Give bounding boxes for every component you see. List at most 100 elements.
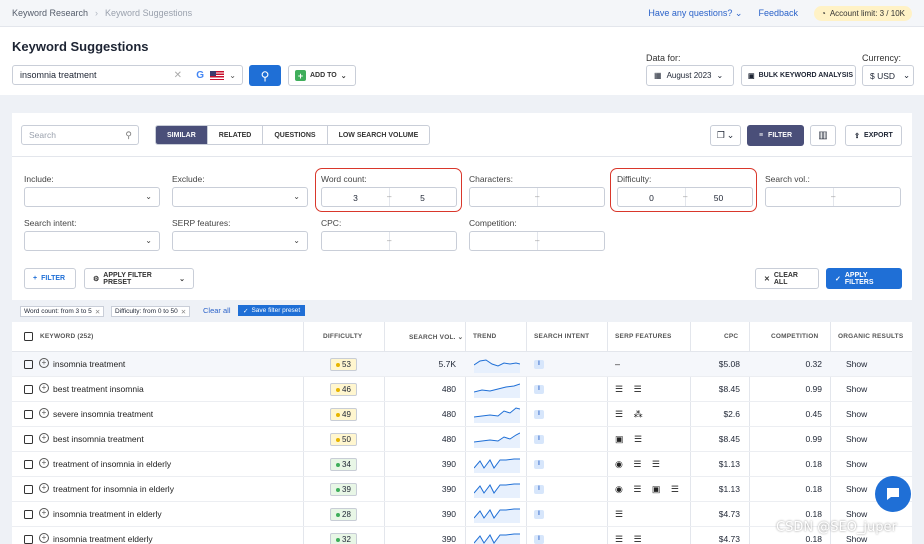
chevron-down-icon: ⌄ (734, 7, 743, 18)
row-checkbox[interactable] (24, 385, 33, 394)
trend-sparkline (474, 407, 520, 423)
clear-icon[interactable]: ✕ (174, 70, 182, 81)
add-keyword-icon[interactable]: + (39, 458, 49, 468)
add-keyword-icon[interactable]: + (39, 533, 49, 543)
keyword-cell[interactable]: insomnia treatment (53, 359, 125, 369)
copy-button[interactable]: ❐ ⌄ (710, 125, 741, 146)
difficulty-from[interactable]: 0 (618, 193, 685, 203)
tab-questions[interactable]: QUESTIONS (262, 126, 326, 144)
exclude-select[interactable]: ⌄ (172, 187, 308, 207)
table-row[interactable]: + insomnia treatment 53 5.7K I – $5.08 0.32 Show (12, 352, 912, 377)
organic-show-link[interactable]: Show (846, 484, 867, 494)
competition-range[interactable] (469, 231, 605, 251)
filter-tag-word-count[interactable]: Word count: from 3 to 5 ✕ (20, 306, 105, 317)
table-row[interactable]: + severe insomnia treatment 49 480 I ☰ ⁂ $2.6 0… (12, 402, 912, 427)
organic-show-link[interactable]: Show (846, 434, 867, 444)
header-volume[interactable]: SEARCH VOL. ⌄ (409, 333, 463, 341)
bulk-analysis-button[interactable]: ▣ BULK KEYWORD ANALYSIS (741, 65, 856, 86)
organic-show-link[interactable]: Show (846, 459, 867, 469)
word-count-from[interactable]: 3 (322, 193, 389, 203)
keyword-cell[interactable]: treatment of insomnia in elderly (53, 459, 171, 469)
row-checkbox[interactable] (24, 485, 33, 494)
word-count-to[interactable]: 5 (389, 193, 456, 203)
difficulty-badge: 46 (330, 383, 357, 396)
filter-tag-difficulty[interactable]: Difficulty: from 0 to 50 ✕ (111, 306, 191, 317)
characters-range[interactable] (469, 187, 605, 207)
add-keyword-icon[interactable]: + (39, 483, 49, 493)
tab-related[interactable]: RELATED (206, 126, 263, 144)
apply-filters-button[interactable]: ✓ APPLY FILTERS (826, 268, 902, 289)
volume-cell: 480 (441, 384, 456, 394)
table-row[interactable]: + best insomnia treatment 50 480 I ▣ ☰ $8.45 0.… (12, 427, 912, 452)
organic-show-link[interactable]: Show (846, 359, 867, 369)
keyword-cell[interactable]: severe insomnia treatment (53, 409, 153, 419)
us-flag-icon[interactable] (210, 71, 224, 80)
chevron-down-icon[interactable]: ⌄ (229, 71, 236, 80)
keyword-cell[interactable]: best treatment insomnia (53, 384, 144, 394)
organic-show-link[interactable]: Show (846, 534, 867, 544)
keyword-search-input[interactable]: insomnia treatment ✕ G ⌄ (12, 65, 243, 85)
serp-features-cell: ◉ ☰ ▣ ☰ (615, 484, 683, 494)
table-row[interactable]: + best treatment insomnia 46 480 I ☰ ☰ $8.45 0.… (12, 377, 912, 402)
filter-toggle-button[interactable]: ≡ FILTER (747, 125, 804, 146)
table-row[interactable]: + treatment of insomnia in elderly 34 390 I ◉… (12, 452, 912, 477)
add-keyword-icon[interactable]: + (39, 358, 49, 368)
chat-button[interactable] (875, 476, 911, 512)
organic-show-link[interactable]: Show (846, 384, 867, 394)
keyword-cell[interactable]: best insomnia treatment (53, 434, 144, 444)
cpc-cell: $5.08 (718, 359, 740, 369)
keyword-cell[interactable]: insomnia treatment in elderly (53, 509, 162, 519)
add-to-button[interactable]: + ADD TO ⌄ (288, 65, 356, 86)
row-checkbox[interactable] (24, 535, 33, 544)
add-filter-button[interactable]: + FILTER (24, 268, 76, 289)
row-checkbox[interactable] (24, 435, 33, 444)
add-keyword-icon[interactable]: + (39, 408, 49, 418)
apply-filter-preset-button[interactable]: ⚙ APPLY FILTER PRESET ⌄ (84, 268, 194, 289)
add-keyword-icon[interactable]: + (39, 433, 49, 443)
keyword-cell[interactable]: insomnia treatment elderly (53, 534, 153, 544)
cpc-range[interactable] (321, 231, 457, 251)
export-button[interactable]: ⇪ EXPORT (845, 125, 902, 146)
clear-all-button[interactable]: ✕ CLEAR ALL (755, 268, 819, 289)
tab-similar[interactable]: SIMILAR (156, 126, 207, 144)
cpc-label: CPC: (321, 218, 342, 228)
organic-show-link[interactable]: Show (846, 409, 867, 419)
word-count-range[interactable]: 3 5 (321, 187, 457, 207)
header-cpc[interactable]: CPC (724, 333, 738, 340)
keyword-cell[interactable]: treatment for insomnia in elderly (53, 484, 174, 494)
serp-features-select[interactable]: ⌄ (172, 231, 308, 251)
search-intent-select[interactable]: ⌄ (24, 231, 160, 251)
feedback-link[interactable]: Feedback (758, 8, 798, 18)
search-vol-range[interactable] (765, 187, 901, 207)
search-button[interactable]: ⚲ (249, 65, 281, 86)
close-icon[interactable]: ✕ (95, 308, 100, 316)
currency-select[interactable]: $ USD ⌄ (862, 65, 914, 86)
clear-all-link[interactable]: Clear all (203, 306, 231, 315)
save-filter-preset-button[interactable]: ✓ Save filter preset (238, 305, 306, 316)
tab-low-search-volume[interactable]: LOW SEARCH VOLUME (326, 126, 430, 144)
header-keyword[interactable]: KEYWORD (252) (40, 333, 94, 340)
columns-button[interactable]: ▥ (810, 125, 836, 146)
difficulty-to[interactable]: 50 (685, 193, 752, 203)
header-difficulty[interactable]: DIFFICULTY (323, 333, 362, 340)
difficulty-dot (336, 387, 341, 392)
questions-link[interactable]: Have any questions? ⌄ (648, 8, 742, 19)
select-all-checkbox[interactable] (24, 332, 33, 341)
date-select[interactable]: ▦ August 2023 ⌄ (646, 65, 734, 86)
table-search-input[interactable]: Search ⚲ (21, 125, 139, 145)
row-checkbox[interactable] (24, 360, 33, 369)
difficulty-range[interactable]: 0 50 (617, 187, 753, 207)
table-row[interactable]: + treatment for insomnia in elderly 39 390 I… (12, 477, 912, 502)
header-competition[interactable]: COMPETITION (771, 333, 818, 340)
row-checkbox[interactable] (24, 460, 33, 469)
add-keyword-icon[interactable]: + (39, 508, 49, 518)
organic-show-link[interactable]: Show (846, 509, 867, 519)
row-checkbox[interactable] (24, 510, 33, 519)
plus-icon: + (295, 70, 306, 81)
add-keyword-icon[interactable]: + (39, 383, 49, 393)
row-checkbox[interactable] (24, 410, 33, 419)
apply-preset-label: APPLY FILTER PRESET (103, 271, 152, 286)
close-icon[interactable]: ✕ (181, 308, 186, 316)
breadcrumb-keyword-research[interactable]: Keyword Research (12, 8, 88, 18)
include-select[interactable]: ⌄ (24, 187, 160, 207)
